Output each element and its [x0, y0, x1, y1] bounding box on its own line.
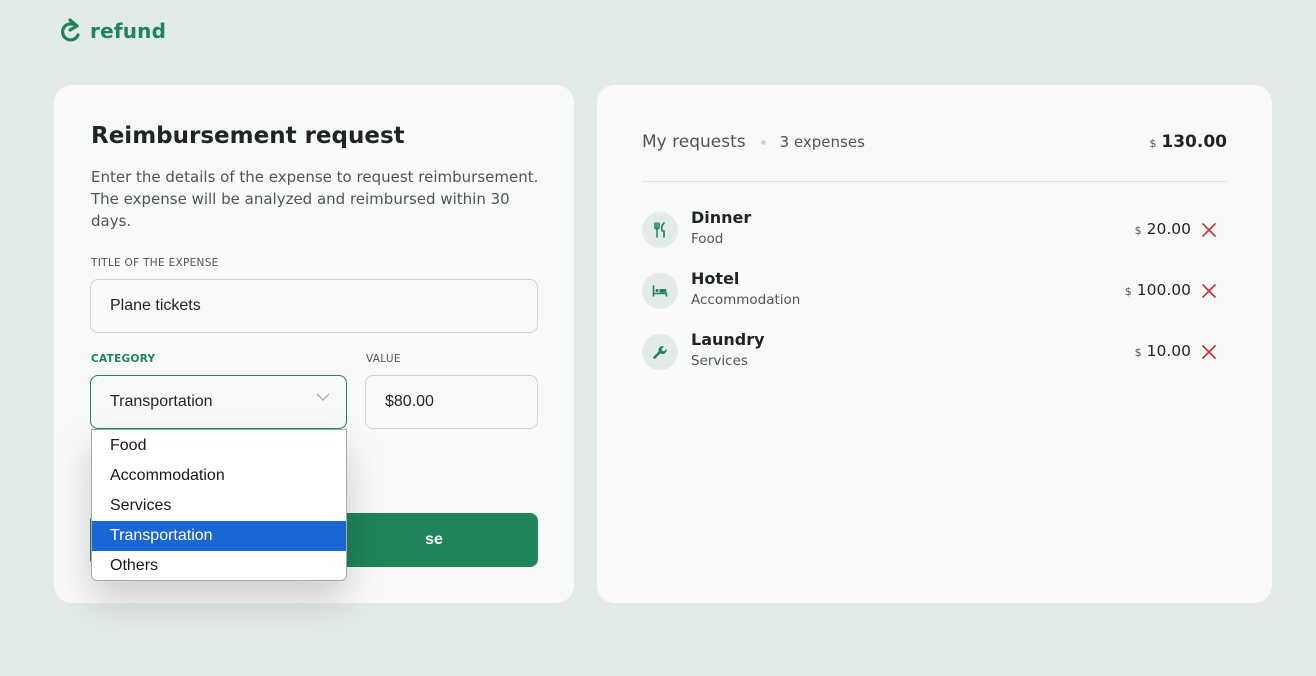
requests-header: My requests 3 expenses	[642, 132, 865, 152]
currency-symbol: $	[1134, 224, 1142, 237]
expense-category: Services	[691, 353, 748, 369]
remove-expense-button[interactable]	[1201, 344, 1217, 360]
expense-title-label: TITLE OF THE EXPENSE	[91, 257, 219, 269]
expense-value: 100.00	[1136, 281, 1191, 299]
expense-amount: $ 100.00	[1125, 281, 1191, 299]
expense-amount: $ 20.00	[1135, 220, 1191, 238]
remove-expense-button[interactable]	[1201, 222, 1217, 238]
category-dropdown-list[interactable]: Food Accommodation Services Transportati…	[91, 429, 347, 581]
remove-expense-button[interactable]	[1201, 283, 1217, 299]
category-select-value: Transportation	[110, 393, 213, 410]
expense-amount: $ 10.00	[1135, 342, 1191, 360]
redo-arrow-icon	[61, 18, 80, 42]
expense-value: 10.00	[1146, 342, 1191, 360]
category-select[interactable]: Transportation	[90, 375, 347, 429]
currency-symbol: $	[1134, 346, 1142, 359]
wrench-icon	[642, 334, 678, 370]
form-title: Reimbursement request	[91, 123, 405, 149]
currency-symbol: $	[1149, 137, 1157, 150]
expense-value: 20.00	[1146, 220, 1191, 238]
divider	[642, 181, 1227, 182]
expense-name: Hotel	[691, 269, 740, 288]
category-option-others[interactable]: Others	[92, 551, 346, 580]
bed-icon	[642, 273, 678, 309]
expense-item: Laundry Services $ 10.00	[642, 330, 1227, 373]
currency-symbol: $	[1124, 285, 1132, 298]
expense-name: Laundry	[691, 330, 765, 349]
submit-button-label: se	[425, 531, 443, 548]
requests-count: 3 expenses	[779, 133, 865, 151]
requests-total: $ 130.00	[1149, 132, 1227, 152]
expense-item: Dinner Food $ 20.00	[642, 208, 1227, 251]
expense-category: Food	[691, 231, 724, 247]
total-amount: 130.00	[1161, 132, 1227, 152]
expense-name: Dinner	[691, 208, 752, 227]
expense-title-input[interactable]: Plane tickets	[90, 279, 538, 333]
requests-card: My requests 3 expenses $ 130.00 Dinner F…	[597, 85, 1272, 603]
form-description: Enter the details of the expense to requ…	[91, 168, 539, 230]
brand-logo[interactable]: refund	[60, 18, 166, 44]
category-label: CATEGORY	[91, 353, 156, 365]
category-option-transportation[interactable]: Transportation	[92, 521, 346, 551]
brand-name: refund	[90, 19, 167, 43]
value-label: VALUE	[366, 353, 401, 365]
utensils-icon	[642, 212, 678, 248]
requests-title: My requests	[642, 132, 746, 152]
category-option-accommodation[interactable]: Accommodation	[92, 461, 346, 491]
separator-dot	[760, 139, 766, 145]
chevron-down-icon	[316, 393, 330, 401]
category-option-food[interactable]: Food	[92, 431, 346, 461]
expense-category: Accommodation	[691, 292, 801, 308]
value-input[interactable]: $80.00	[365, 375, 538, 429]
expense-item: Hotel Accommodation $ 100.00	[642, 269, 1227, 312]
category-option-services[interactable]: Services	[92, 491, 346, 521]
